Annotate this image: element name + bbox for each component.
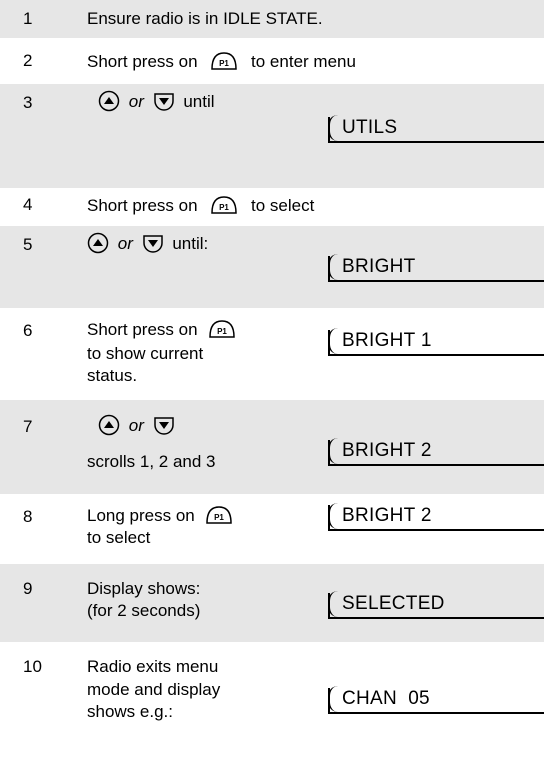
lcd-display: CHAN 05: [328, 686, 544, 714]
step-text-pre: Long press on: [87, 506, 195, 526]
down-arrow-key-icon: [142, 232, 164, 255]
step-text: Short press on P1 to enter menu: [87, 50, 356, 72]
step-text: or: [98, 414, 175, 437]
p1-key-icon: P1: [208, 319, 236, 340]
lcd-display-text: SELECTED: [342, 593, 445, 614]
step-row-9: 9 Display shows: (for 2 seconds) SELECTE…: [0, 564, 544, 642]
step-text-line3: shows e.g.:: [87, 702, 173, 721]
step-number: 3: [23, 93, 33, 112]
lcd-display-text: BRIGHT: [342, 256, 416, 277]
step-text: or until: [98, 90, 215, 113]
step-row-2: 2 Short press on P1 to enter menu: [0, 38, 544, 84]
step-text-line2: (for 2 seconds): [87, 601, 201, 620]
down-arrow-key-icon: [153, 414, 175, 437]
down-arrow-key-icon: [153, 90, 175, 113]
step-row-10: 10 Radio exits menu mode and display sho…: [0, 642, 544, 760]
p1-key-icon: P1: [205, 505, 233, 526]
step-number: 5: [23, 235, 33, 254]
step-text-pre: Short press on: [87, 196, 198, 216]
step-text-post: until: [183, 92, 215, 112]
step-number: 1: [23, 9, 33, 28]
step-text: Ensure radio is in IDLE STATE.: [87, 9, 323, 28]
step-row-6: 6 Short press on P1 to show current stat…: [0, 308, 544, 400]
step-text-line1: Radio exits menu: [87, 657, 219, 676]
svg-text:P1: P1: [215, 513, 225, 522]
or-text: or: [128, 92, 144, 112]
step-text: Short press on P1 to select: [87, 194, 314, 216]
lcd-display: UTILS: [328, 115, 544, 143]
up-arrow-key-icon: [87, 232, 109, 255]
step-text-line3: status.: [87, 366, 138, 385]
lcd-display: BRIGHT: [328, 254, 544, 282]
step-number: 6: [23, 321, 33, 340]
lcd-display: BRIGHT 1: [328, 328, 544, 356]
step-text-line2: scrolls 1, 2 and 3: [87, 452, 216, 471]
p1-key-icon: P1: [210, 51, 238, 72]
lcd-display-text: BRIGHT 2: [342, 440, 432, 461]
menu-procedure-steps: 1 Ensure radio is in IDLE STATE. 2 Short…: [0, 0, 544, 760]
step-row-5: 5 or until: BRIGHT: [0, 226, 544, 308]
step-number: 9: [23, 579, 33, 598]
step-row-1: 1 Ensure radio is in IDLE STATE.: [0, 0, 544, 38]
svg-text:P1: P1: [217, 327, 227, 336]
step-row-7: 7 or scrolls 1, 2 and 3 BRIGHT 2: [0, 400, 544, 494]
step-row-3: 3 or until UTILS: [0, 84, 544, 188]
step-text-post: until:: [172, 234, 209, 254]
step-text-line2: to show current: [87, 344, 204, 363]
lcd-display-text: UTILS: [342, 117, 398, 138]
step-text-line2: mode and display: [87, 680, 221, 699]
step-number: 7: [23, 417, 33, 436]
step-text: or until:: [87, 232, 208, 255]
step-text-line2: to select: [87, 528, 151, 547]
step-row-8: 8 Long press on P1 to select BRIGHT 2: [0, 494, 544, 564]
lcd-display: BRIGHT 2: [328, 438, 544, 466]
up-arrow-key-icon: [98, 90, 120, 113]
p1-key-icon: P1: [210, 195, 238, 216]
svg-text:P1: P1: [219, 59, 229, 68]
lcd-display-text: BRIGHT 2: [342, 505, 432, 526]
lcd-display-text: CHAN 05: [342, 688, 430, 709]
step-text: Short press on P1: [87, 318, 236, 340]
step-row-4: 4 Short press on P1 to select: [0, 188, 544, 226]
step-text-post: to enter menu: [251, 52, 356, 72]
step-number: 4: [23, 195, 33, 214]
or-text: or: [128, 416, 144, 436]
step-text-pre: Short press on: [87, 320, 198, 340]
step-text: Long press on P1: [87, 504, 233, 526]
step-text-post: to select: [251, 196, 315, 216]
up-arrow-key-icon: [98, 414, 120, 437]
step-number: 8: [23, 507, 33, 526]
step-text-line1: Display shows:: [87, 579, 201, 598]
or-text: or: [117, 234, 133, 254]
step-text-pre: Short press on: [87, 52, 198, 72]
lcd-display: BRIGHT 2: [328, 503, 544, 531]
step-number: 10: [23, 657, 42, 676]
lcd-display: SELECTED: [328, 591, 544, 619]
lcd-display-text: BRIGHT 1: [342, 330, 432, 351]
step-number: 2: [23, 51, 33, 70]
svg-text:P1: P1: [219, 203, 229, 212]
